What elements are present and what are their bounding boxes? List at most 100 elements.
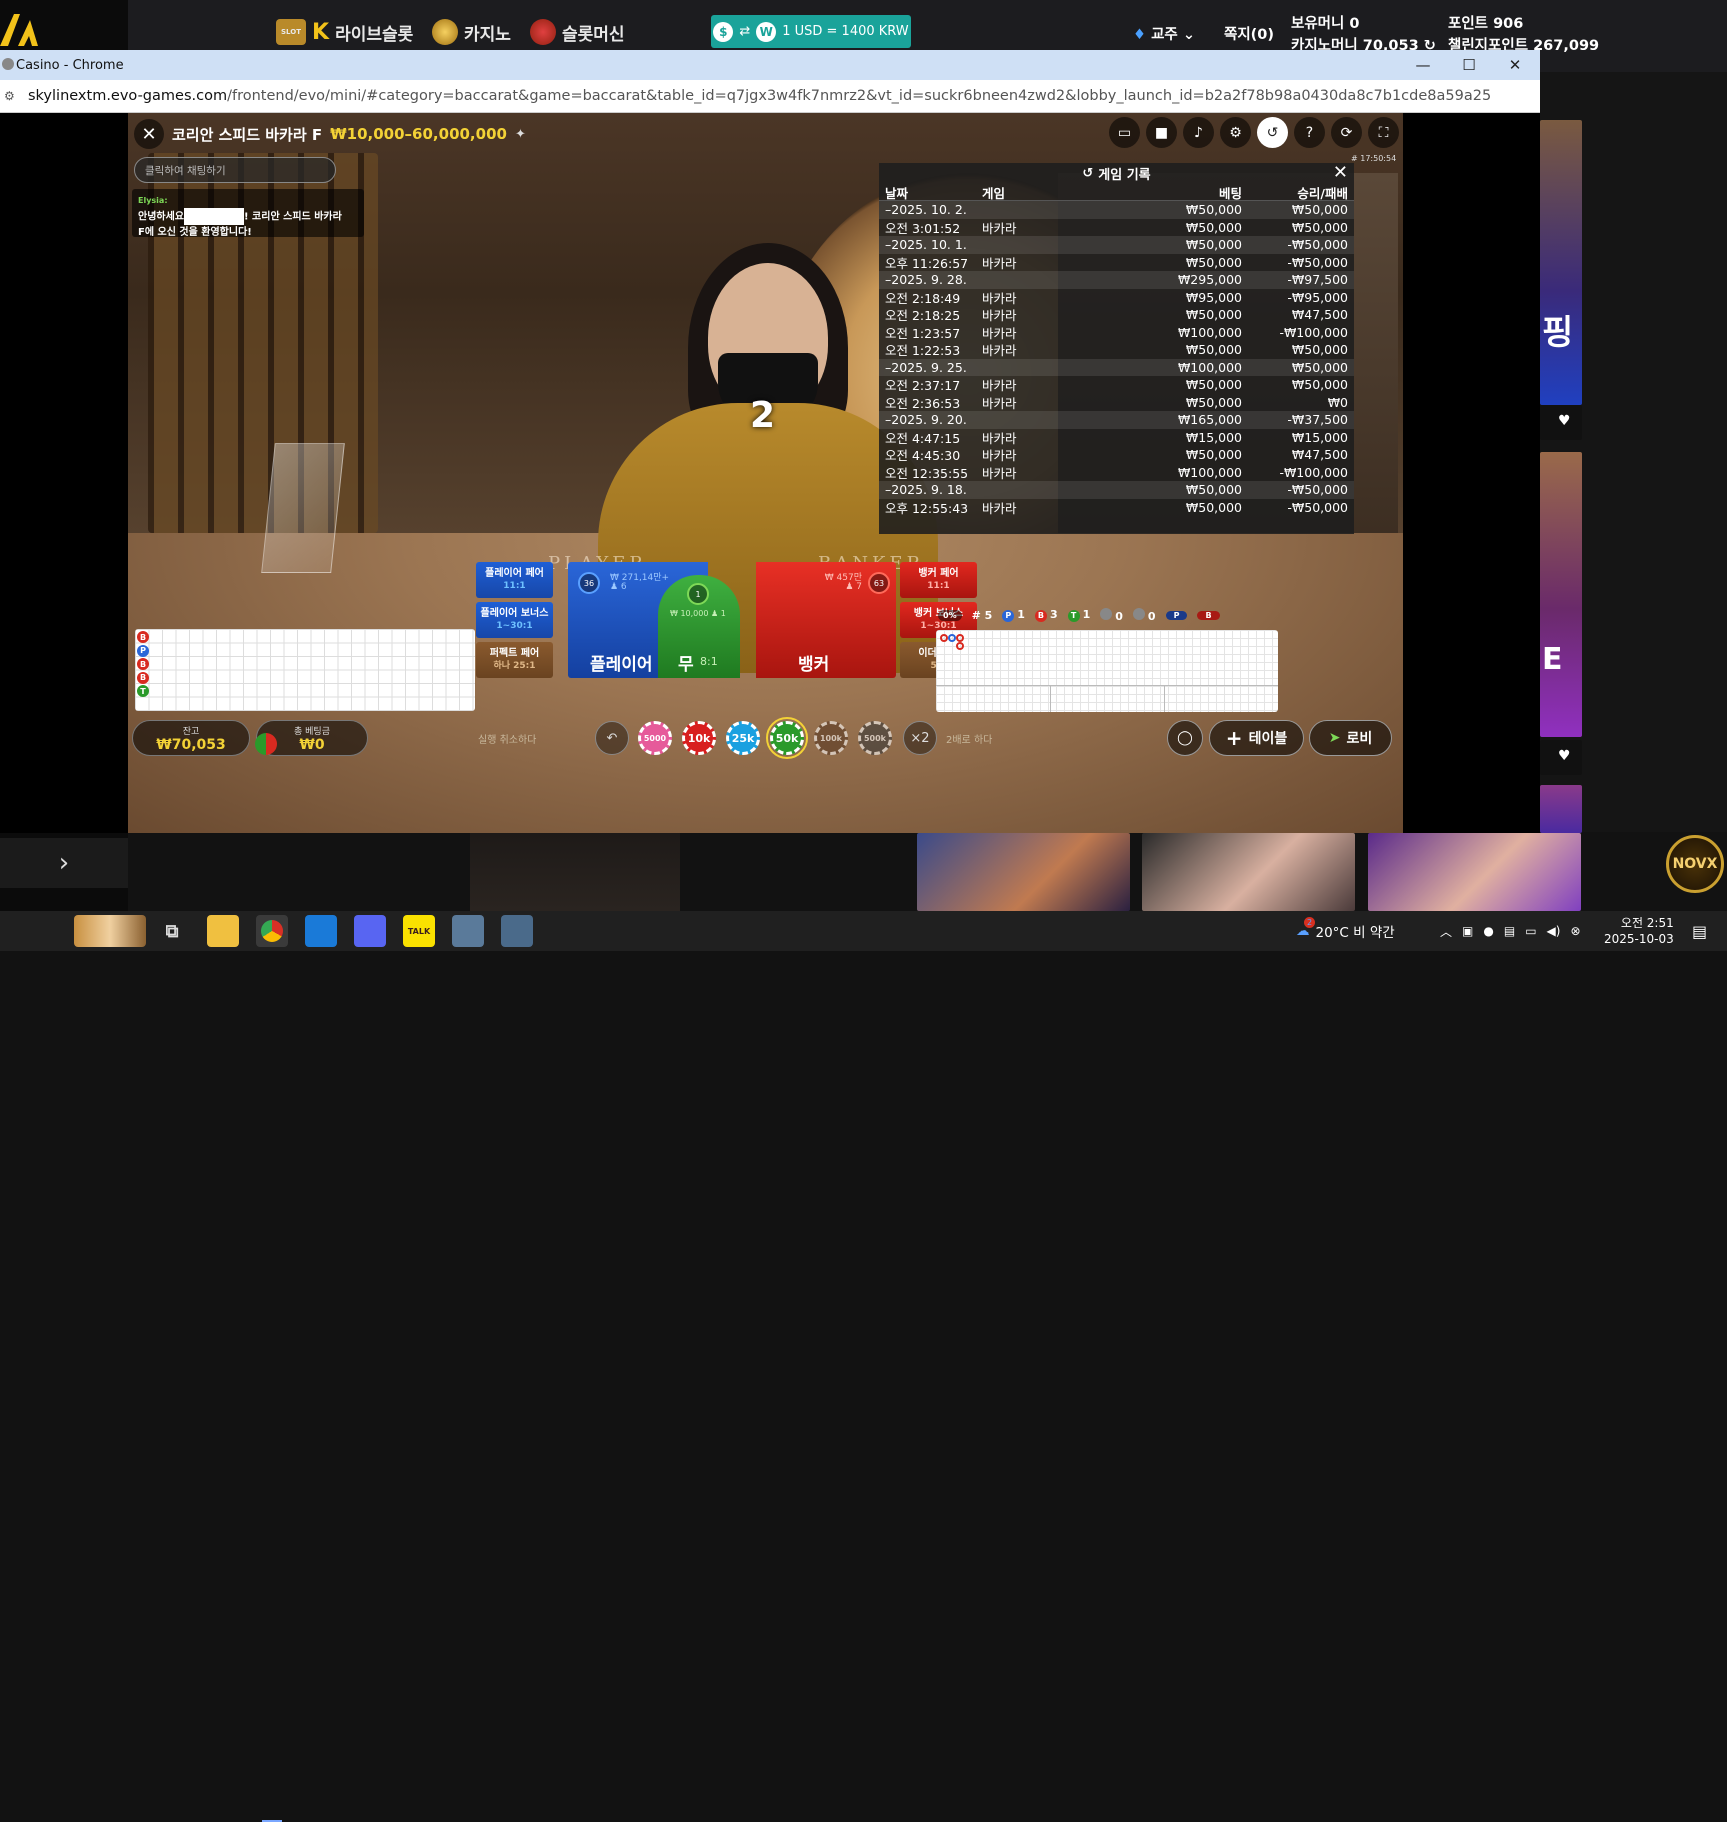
promo-banner-1[interactable]: 핑 bbox=[1540, 120, 1582, 405]
minimize-icon[interactable]: — bbox=[1400, 50, 1446, 80]
chevron-up-icon[interactable]: ︿ bbox=[1440, 923, 1452, 940]
history-date-row[interactable]: –2025. 10. 2. ₩50,000 ₩50,000 bbox=[879, 201, 1354, 219]
calculator-icon[interactable] bbox=[452, 915, 484, 947]
maximize-icon[interactable]: ☐ bbox=[1446, 50, 1492, 80]
pin-icon[interactable]: ✦ bbox=[515, 127, 526, 142]
camera-icon[interactable]: ■ bbox=[1146, 117, 1177, 148]
undo-button[interactable]: ↶ bbox=[595, 721, 629, 755]
close-icon[interactable]: ✕ bbox=[134, 119, 164, 149]
chat-bubble-button[interactable]: ◯ bbox=[1167, 720, 1203, 756]
chip-10k[interactable]: 10k bbox=[682, 721, 716, 755]
chevron-right-icon[interactable]: › bbox=[0, 838, 128, 888]
task-view-icon[interactable]: ⧉ bbox=[156, 915, 188, 947]
player-predict[interactable]: P bbox=[1165, 610, 1188, 620]
history-row[interactable]: 오전 4:45:30 바카라 ₩50,000 ₩47,500 bbox=[879, 446, 1354, 464]
road-divider bbox=[936, 685, 1278, 686]
history-row[interactable]: 오전 3:01:52 바카라 ₩50,000 ₩50,000 bbox=[879, 219, 1354, 237]
game-thumbnail-1[interactable] bbox=[917, 833, 1130, 911]
history-date-row[interactable]: –2025. 9. 18. ₩50,000 -₩50,000 bbox=[879, 481, 1354, 499]
history-icon[interactable]: ↺ bbox=[1257, 117, 1288, 148]
tie-bet-spot[interactable]: 1 ₩ 10,000 ♟ 1 무 8:1 bbox=[658, 575, 740, 678]
history-row[interactable]: 오전 1:23:57 바카라 ₩100,000 -₩100,000 bbox=[879, 324, 1354, 342]
history-row[interactable]: 오전 4:47:15 바카라 ₩15,000 ₩15,000 bbox=[879, 429, 1354, 447]
history-row[interactable]: 오전 2:36:53 바카라 ₩50,000 ₩0 bbox=[879, 394, 1354, 412]
road-mark bbox=[956, 634, 964, 642]
kakaotalk-icon[interactable]: TALK bbox=[403, 915, 435, 947]
settings-gear-icon[interactable]: ⚙ bbox=[1220, 117, 1251, 148]
url-text[interactable]: skylinextm.evo-games.com/frontend/evo/mi… bbox=[28, 88, 1491, 104]
history-date-row[interactable]: –2025. 9. 25. ₩100,000 ₩50,000 bbox=[879, 358, 1354, 376]
game-thumbnail-2[interactable] bbox=[1142, 833, 1355, 911]
app-icon[interactable] bbox=[305, 915, 337, 947]
player-pair-bet[interactable]: 플레이어 페어 11:1 bbox=[476, 562, 553, 598]
file-explorer-icon[interactable] bbox=[207, 915, 239, 947]
add-table-button[interactable]: + 테이블 bbox=[1209, 720, 1304, 756]
history-cell-bet: ₩50,000 bbox=[1185, 254, 1242, 270]
notification-center-icon[interactable]: ▤ bbox=[1692, 911, 1707, 951]
network-icon[interactable]: ▭ bbox=[1525, 924, 1536, 938]
lobby-button[interactable]: ➤ 로비 bbox=[1309, 720, 1392, 756]
nav-slot-machine[interactable]: 슬롯머신 bbox=[530, 16, 625, 48]
weather-widget[interactable]: ☁ 2 20°C 비 약간 bbox=[1296, 911, 1395, 951]
history-row[interactable]: 오전 12:35:55 바카라 ₩100,000 -₩100,000 bbox=[879, 464, 1354, 482]
history-row[interactable]: 오전 2:18:25 바카라 ₩50,000 ₩47,500 bbox=[879, 306, 1354, 324]
chrome-icon[interactable] bbox=[256, 915, 288, 947]
bet-limits[interactable]: ₩10,000–60,000,000 bbox=[330, 125, 507, 143]
user-menu[interactable]: ♦ 교주 ⌄ bbox=[1133, 23, 1195, 44]
perfect-pair-bet[interactable]: 퍼펙트 페어 하나 25:1 bbox=[476, 642, 553, 678]
meet-icon[interactable]: ▣ bbox=[1462, 924, 1473, 938]
clock[interactable]: 오전 2:51 2025-10-03 bbox=[1604, 911, 1674, 951]
history-date-row[interactable]: –2025. 9. 20. ₩165,000 -₩37,500 bbox=[879, 411, 1354, 429]
nav-casino[interactable]: 카지노 bbox=[432, 16, 511, 48]
chrome-titlebar: Casino - Chrome — ☐ ✕ bbox=[0, 50, 1540, 80]
volume-icon[interactable]: ◀) bbox=[1547, 924, 1561, 938]
display-icon[interactable]: ▤ bbox=[1504, 924, 1515, 938]
history-row[interactable]: 오전 1:22:53 바카라 ₩50,000 ₩50,000 bbox=[879, 341, 1354, 359]
chip-25k[interactable]: 25k bbox=[726, 721, 760, 755]
chip-100k[interactable]: 100k bbox=[814, 721, 848, 755]
history-row[interactable]: 오전 2:18:49 바카라 ₩95,000 -₩95,000 bbox=[879, 289, 1354, 307]
chat-input[interactable]: 클릭하여 채팅하기 bbox=[134, 157, 336, 183]
history-row[interactable]: 오후 11:26:57 바카라 ₩50,000 -₩50,000 bbox=[879, 254, 1354, 272]
player-bonus-bet[interactable]: 플레이어 보너스 1~30:1 bbox=[476, 602, 553, 638]
widgets-icon[interactable] bbox=[74, 915, 146, 947]
help-icon[interactable]: ? bbox=[1294, 117, 1325, 148]
address-bar[interactable]: ⚙ skylinextm.evo-games.com/frontend/evo/… bbox=[0, 80, 1540, 113]
messages-link[interactable]: 쪽지(0) bbox=[1224, 23, 1274, 44]
banker-bet-spot[interactable]: 63 ₩ 457만 ♟ 7 뱅커 bbox=[756, 562, 896, 678]
vpn-icon[interactable]: ⊗ bbox=[1570, 924, 1580, 938]
close-history-icon[interactable]: ✕ bbox=[1333, 163, 1348, 183]
refresh-stream-icon[interactable]: ⟳ bbox=[1331, 117, 1362, 148]
heart-icon[interactable]: ♥ bbox=[1558, 748, 1571, 764]
won-icon: W bbox=[756, 21, 777, 42]
nav-live-slot[interactable]: SLOT K 라이브슬롯 bbox=[276, 16, 413, 48]
game-toolbar: ▭ ■ ♪ ⚙ ↺ ? ⟳ ⛶ bbox=[1109, 117, 1399, 148]
chip-500k[interactable]: 500k bbox=[858, 721, 892, 755]
banker-predict[interactable]: B bbox=[1197, 610, 1220, 620]
fullscreen-icon[interactable]: ⛶ bbox=[1368, 117, 1399, 148]
promo-banner-2[interactable]: E bbox=[1540, 452, 1582, 737]
history-cell-date: 오전 1:22:53 bbox=[885, 343, 961, 359]
bead-road[interactable]: BPBBT bbox=[135, 629, 475, 711]
chip-5000[interactable]: 5000 bbox=[638, 721, 672, 755]
discord-icon[interactable] bbox=[354, 915, 386, 947]
novx-logo[interactable]: NOVX bbox=[1666, 835, 1724, 893]
history-date-row[interactable]: –2025. 10. 1. ₩50,000 -₩50,000 bbox=[879, 236, 1354, 254]
history-row[interactable]: 오전 2:37:17 바카라 ₩50,000 ₩50,000 bbox=[879, 376, 1354, 394]
close-window-icon[interactable]: ✕ bbox=[1492, 50, 1538, 80]
big-road[interactable] bbox=[936, 630, 1278, 712]
site-info-icon[interactable]: ⚙ bbox=[4, 89, 15, 103]
microphone-icon[interactable]: ● bbox=[1483, 924, 1493, 938]
paint-icon[interactable] bbox=[501, 915, 533, 947]
sound-icon[interactable]: ♪ bbox=[1183, 117, 1214, 148]
game-thumbnail-3[interactable] bbox=[1368, 833, 1581, 911]
heart-icon[interactable]: ♥ bbox=[1558, 413, 1571, 429]
double-button[interactable]: ×2 bbox=[903, 721, 937, 755]
chat-icon[interactable]: ▭ bbox=[1109, 117, 1140, 148]
history-row[interactable]: 오후 12:55:43 바카라 ₩50,000 -₩50,000 bbox=[879, 499, 1354, 517]
promo-banner-3[interactable] bbox=[1540, 785, 1582, 833]
chip-50k[interactable]: 50k bbox=[766, 717, 808, 759]
banker-pair-bet[interactable]: 뱅커 페어 11:1 bbox=[900, 562, 977, 598]
site-logo-icon[interactable] bbox=[0, 12, 38, 46]
history-date-row[interactable]: –2025. 9. 28. ₩295,000 -₩97,500 bbox=[879, 271, 1354, 289]
